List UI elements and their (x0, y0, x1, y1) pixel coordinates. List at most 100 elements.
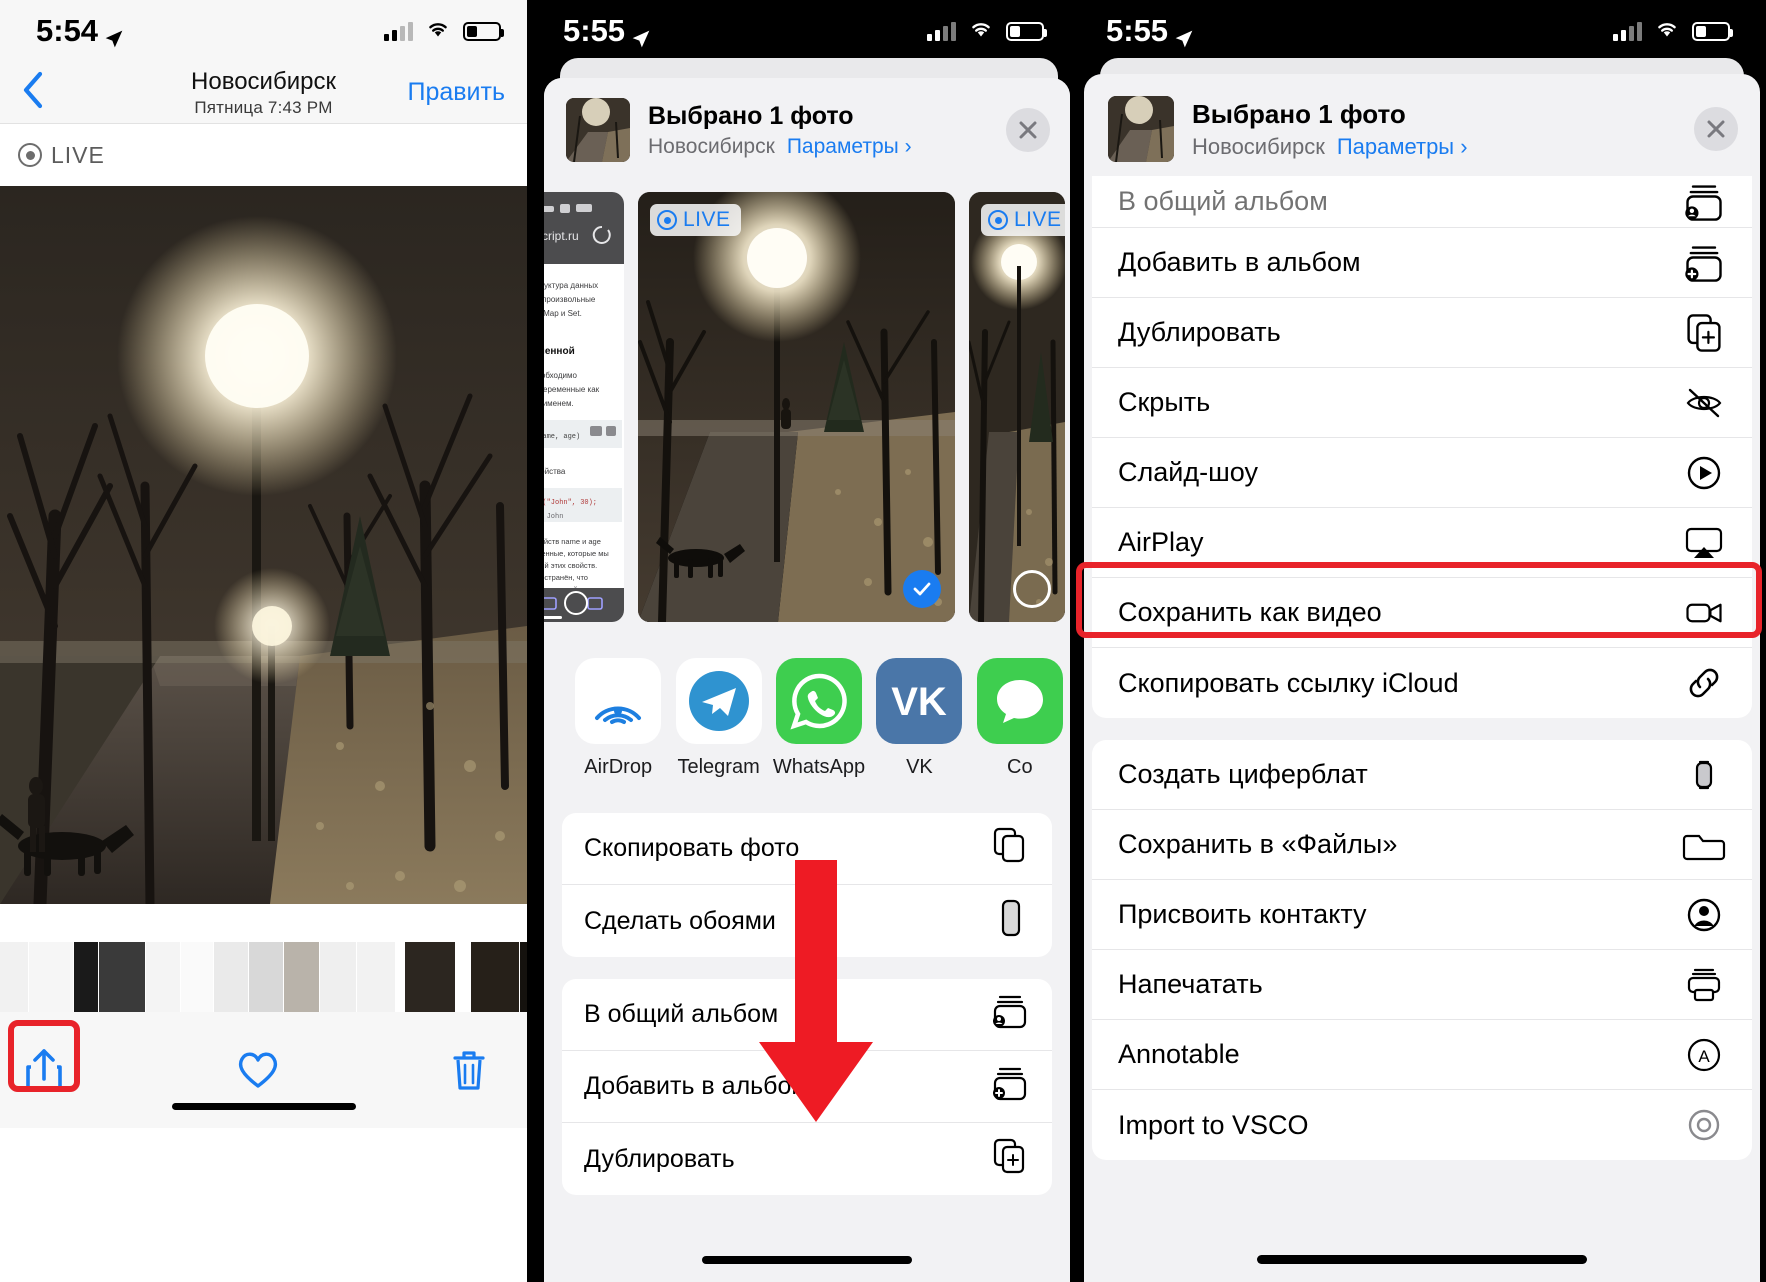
app-telegram[interactable]: Telegram (668, 658, 768, 779)
copy-icon (990, 825, 1030, 872)
list-item[interactable] (29, 942, 73, 1012)
menu-item-print[interactable]: Напечатать (1092, 950, 1752, 1020)
list-item[interactable] (471, 942, 519, 1012)
status-bar: 5:54 (0, 0, 527, 62)
list-item[interactable] (396, 942, 404, 1012)
back-button[interactable] (22, 71, 44, 115)
chevron-right-icon: › (1460, 133, 1468, 159)
hide-eye-icon (1682, 381, 1726, 425)
menu-item-duplicate[interactable]: Дублировать (1092, 298, 1752, 368)
photo-carousel[interactable]: script.ru структура данных ет произвольн… (544, 184, 1070, 622)
menu-item-label: Сохранить в «Файлы» (1118, 829, 1398, 859)
empty-circle-icon[interactable] (1013, 570, 1051, 608)
list-item[interactable] (99, 942, 145, 1012)
menu-group-1: В общий альбом Добавить в альбом Дублиро… (1092, 176, 1752, 718)
phone-icon (990, 898, 1030, 945)
live-photo-badge[interactable]: LIVE (0, 124, 527, 186)
screenshot-triptych: 5:54 Новосибирск Пятница 7:43 PM Править… (0, 0, 1766, 1282)
menu-item-slideshow[interactable]: Слайд-шоу (1092, 438, 1752, 508)
close-icon[interactable] (1006, 108, 1050, 152)
main-photo[interactable] (0, 186, 527, 904)
night-park-photo (638, 192, 955, 622)
check-circle-icon[interactable] (903, 570, 941, 608)
status-time: 5:55 (1106, 13, 1169, 48)
app-messages[interactable]: Co (970, 658, 1070, 779)
messages-icon (976, 658, 1063, 744)
share-apps-row[interactable]: AirDrop Telegram WhatsApp VK VK Co (544, 622, 1070, 779)
list-item[interactable] (520, 942, 527, 1012)
menu-item-label: Annotable (1118, 1039, 1240, 1069)
share-sheet-header: Выбрано 1 фото Новосибирск Параметры › (544, 78, 1070, 184)
link-icon (1682, 661, 1726, 705)
carousel-item-document[interactable]: script.ru структура данных ет произвольн… (544, 192, 624, 622)
menu-item-airplay[interactable]: AirPlay (1092, 508, 1752, 578)
action-duplicate[interactable]: Дублировать (562, 1123, 1052, 1195)
svg-text:(name, age): (name, age) (544, 433, 580, 441)
app-vk[interactable]: VK VK (869, 658, 969, 779)
menu-item-save-as-video[interactable]: Сохранить как видео (1092, 578, 1752, 648)
menu-item-copy-icloud-link[interactable]: Скопировать ссылку iCloud (1092, 648, 1752, 718)
list-item[interactable] (181, 942, 213, 1012)
app-airdrop[interactable]: AirDrop (568, 658, 668, 779)
photo-thumbnail[interactable] (566, 98, 630, 162)
menu-item-add-to-album[interactable]: Добавить в альбом (1092, 228, 1752, 298)
options-link[interactable]: Параметры › (1337, 134, 1468, 160)
live-photo-icon (657, 210, 677, 230)
battery-low-icon (1006, 21, 1047, 41)
share-sheet-header: Выбрано 1 фото Новосибирск Параметры › (1084, 74, 1760, 182)
action-label: Сделать обоями (584, 906, 776, 935)
menu-item-shared-album[interactable]: В общий альбом (1092, 176, 1752, 228)
location-arrow-icon (631, 21, 651, 48)
thumbnail-strip[interactable] (0, 942, 527, 1012)
list-item[interactable] (146, 942, 180, 1012)
app-label: AirDrop (584, 756, 653, 778)
status-time-group: 5:55 (563, 13, 651, 49)
svg-text:свойства: свойства (544, 467, 566, 476)
add-album-icon (990, 1063, 1030, 1110)
cellular-bars-icon (384, 21, 413, 41)
menu-item-label: Добавить в альбом (1118, 247, 1361, 277)
options-link[interactable]: Параметры › (787, 135, 912, 159)
bottom-toolbar (0, 1012, 527, 1128)
red-down-arrow (759, 860, 873, 1122)
battery-low-icon (463, 21, 504, 41)
whatsapp-icon (776, 658, 863, 744)
close-icon[interactable] (1694, 107, 1738, 151)
action-label: В общий альбом (584, 1000, 779, 1028)
svg-text:свойств name и age: свойств name и age (544, 537, 601, 546)
location-arrow-icon (104, 21, 124, 48)
list-item[interactable] (249, 942, 283, 1012)
photo-thumbnail[interactable] (1108, 96, 1174, 162)
status-bar: 5:55 (527, 0, 1070, 62)
carousel-item-selected-photo[interactable]: LIVE (638, 192, 955, 622)
list-item[interactable] (284, 942, 319, 1012)
home-indicator (544, 1256, 1070, 1264)
printer-icon (1682, 963, 1726, 1007)
carousel-item-next-photo[interactable]: LIVE (969, 192, 1065, 622)
menu-item-assign-to-contact[interactable]: Присвоить контакту (1092, 880, 1752, 950)
menu-item-save-to-files[interactable]: Сохранить в «Файлы» (1092, 810, 1752, 880)
list-item[interactable] (214, 942, 248, 1012)
airplay-icon (1682, 521, 1726, 565)
share-sheet-title: Выбрано 1 фото (1192, 98, 1406, 129)
menu-item-label: Скрыть (1118, 387, 1211, 417)
menu-item-annotable[interactable]: Annotable A (1092, 1020, 1752, 1090)
share-sheet-subtitle-row: Новосибирск Параметры › (648, 135, 912, 159)
list-item[interactable] (320, 942, 356, 1012)
list-item[interactable] (456, 942, 470, 1012)
live-photo-badge: LIVE (981, 204, 1065, 236)
app-whatsapp[interactable]: WhatsApp (769, 658, 869, 779)
menu-item-create-watch-face[interactable]: Создать циферблат (1092, 740, 1752, 810)
share-sheet-subtitle: Новосибирск (1192, 133, 1325, 159)
list-item[interactable] (74, 942, 98, 1012)
menu-item-import-to-vsco[interactable]: Import to VSCO (1092, 1090, 1752, 1160)
live-photo-label: LIVE (51, 141, 105, 168)
status-indicators (384, 19, 504, 44)
edit-button[interactable]: Править (408, 78, 506, 107)
list-item[interactable] (405, 942, 455, 1012)
menu-item-hide[interactable]: Скрыть (1092, 368, 1752, 438)
live-photo-label: LIVE (1014, 208, 1062, 231)
list-item[interactable] (0, 942, 28, 1012)
list-item[interactable] (357, 942, 395, 1012)
svg-text:еменные, которые мы: еменные, которые мы (544, 549, 609, 558)
